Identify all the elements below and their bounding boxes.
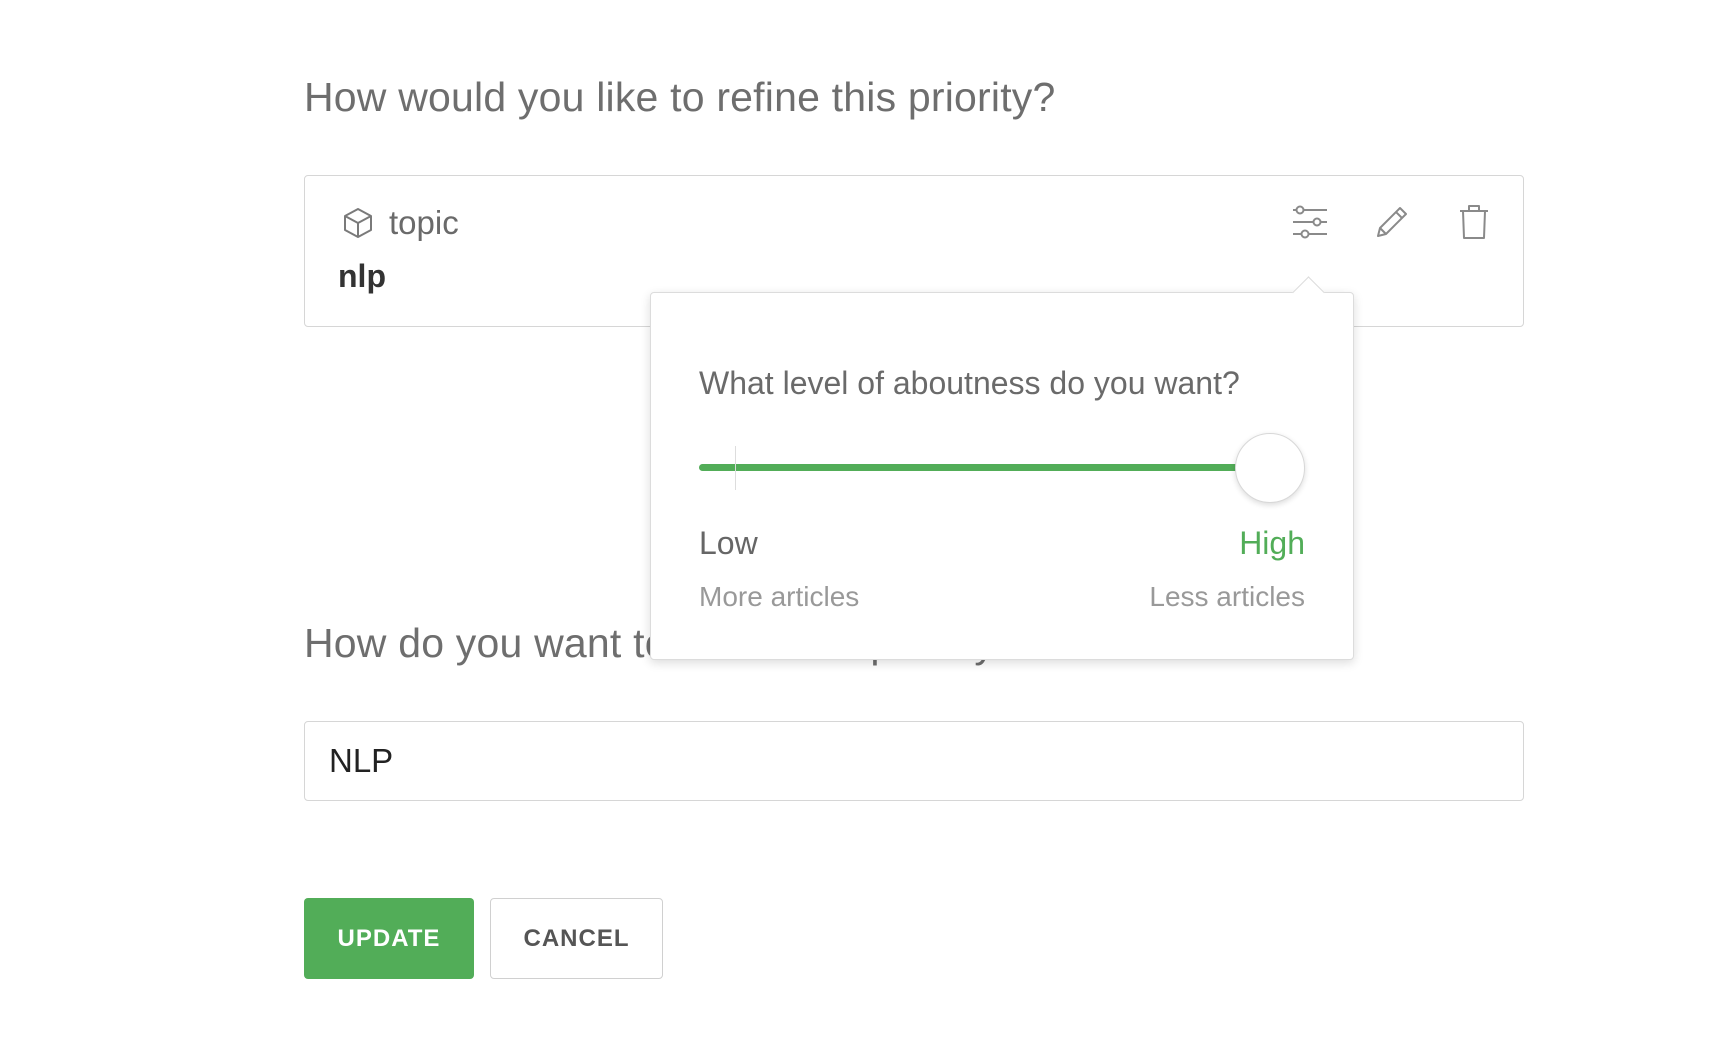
sliders-icon [1293, 205, 1327, 239]
high-label: High [1239, 525, 1305, 561]
slider-fill [699, 464, 1270, 471]
filter-settings-button[interactable] [1291, 202, 1329, 242]
pencil-icon [1377, 207, 1407, 237]
cancel-button[interactable]: CANCEL [490, 898, 663, 979]
aboutness-slider[interactable] [699, 428, 1305, 508]
cube-icon [344, 208, 372, 238]
high-sublabel: Less articles [1149, 581, 1305, 612]
low-sublabel: More articles [699, 581, 860, 612]
trash-icon [1460, 205, 1488, 239]
priority-actions [1291, 202, 1493, 242]
slider-tick-mark [735, 446, 736, 490]
low-label: Low [699, 525, 758, 561]
priority-type: topic [341, 204, 459, 242]
update-button[interactable]: UPDATE [304, 898, 474, 979]
slider-thumb[interactable] [1235, 433, 1305, 503]
aboutness-popover: What level of aboutness do you want? Low… [650, 276, 1354, 660]
aboutness-question: What level of aboutness do you want? [699, 365, 1240, 401]
delete-button[interactable] [1455, 202, 1493, 242]
refine-question: How would you like to refine this priori… [304, 74, 1056, 120]
edit-button[interactable] [1373, 202, 1411, 242]
priority-name-input[interactable] [304, 721, 1524, 801]
priority-value: nlp [338, 258, 386, 294]
priority-type-label: topic [389, 204, 459, 241]
refine-priority-page: How would you like to refine this priori… [0, 0, 1728, 1044]
